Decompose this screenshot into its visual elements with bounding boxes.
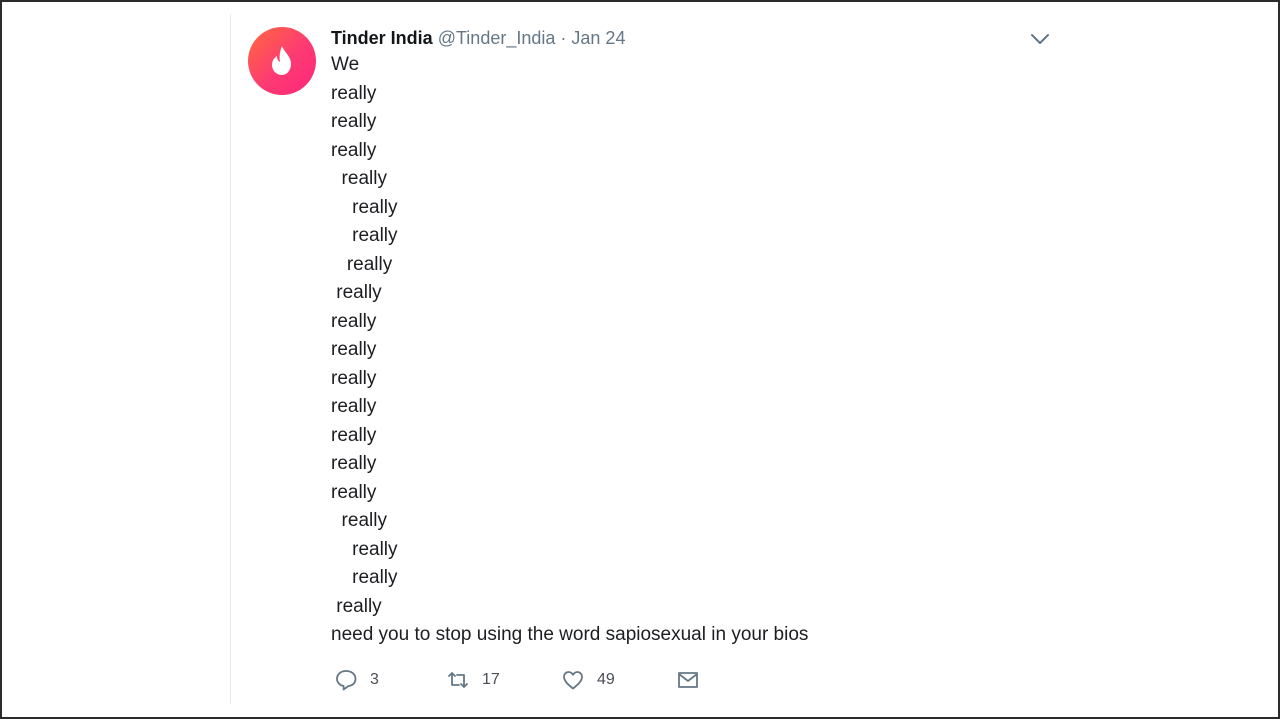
tweet-line: really bbox=[331, 567, 398, 588]
reply-count: 3 bbox=[370, 671, 379, 688]
tweet-line: really bbox=[331, 282, 382, 303]
tweet-line: really bbox=[331, 225, 398, 246]
retweet-icon bbox=[448, 672, 468, 688]
tweet-line: really bbox=[331, 82, 377, 104]
tweet-line: We bbox=[331, 54, 360, 75]
tweet-line: really bbox=[331, 595, 382, 617]
tweet-line: really bbox=[331, 453, 377, 474]
direct-message-button[interactable] bbox=[676, 666, 700, 694]
tweet-header: Tinder India @Tinder_India · Jan 24 bbox=[331, 27, 625, 49]
avatar[interactable] bbox=[248, 27, 316, 95]
tweet-line: really bbox=[331, 339, 377, 360]
chevron-down-icon bbox=[1031, 34, 1049, 44]
tweet-line: really bbox=[331, 196, 398, 218]
tweet-date[interactable]: Jan 24 bbox=[571, 28, 625, 48]
tweet-line: really bbox=[331, 510, 387, 531]
tweet-text: We really really really really really re… bbox=[331, 51, 808, 650]
retweet-button[interactable]: 17 bbox=[446, 666, 500, 694]
tweet-line: really bbox=[331, 367, 377, 389]
tweet-line: really bbox=[331, 481, 377, 503]
tweet-line: really bbox=[331, 538, 398, 560]
tweet-line: really bbox=[331, 424, 377, 446]
envelope-icon bbox=[678, 672, 698, 688]
tweet-line: really bbox=[331, 111, 377, 132]
tweet-menu-button[interactable] bbox=[1028, 30, 1052, 48]
author-handle[interactable]: @Tinder_India bbox=[438, 28, 556, 48]
retweet-count: 17 bbox=[482, 671, 500, 688]
author-name[interactable]: Tinder India bbox=[331, 28, 433, 48]
reply-button[interactable]: 3 bbox=[334, 666, 379, 694]
reply-icon bbox=[336, 670, 357, 691]
tweet-line: really bbox=[331, 139, 377, 161]
like-button[interactable]: 49 bbox=[561, 666, 615, 694]
header-separator: · bbox=[560, 28, 567, 48]
tweet-line: really bbox=[331, 253, 393, 275]
tweet-line: really bbox=[331, 168, 387, 189]
tweet-line: really bbox=[331, 396, 377, 417]
tinder-flame-icon bbox=[272, 46, 291, 75]
tweet-line: really bbox=[331, 310, 377, 332]
heart-icon bbox=[563, 671, 583, 690]
tweet-line: need you to stop using the word sapiosex… bbox=[331, 624, 809, 645]
like-count: 49 bbox=[597, 671, 615, 688]
